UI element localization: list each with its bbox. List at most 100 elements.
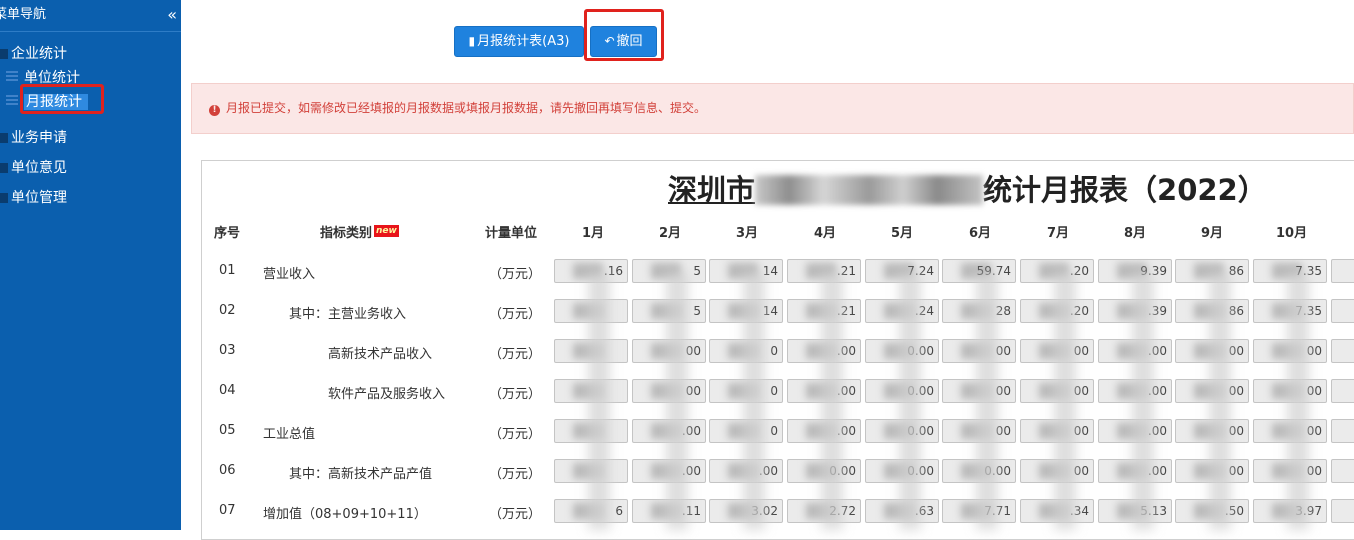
value-input[interactable]: .00 <box>709 459 783 483</box>
redaction-blur <box>1194 343 1224 359</box>
value-input[interactable]: 2.72 <box>787 499 861 523</box>
value-input-partial[interactable] <box>1331 459 1354 483</box>
value-input[interactable]: 00 <box>632 379 706 403</box>
sidebar-group-unit-feedback[interactable]: 单位意见 <box>0 157 67 177</box>
value-input[interactable] <box>554 419 628 443</box>
row-unit: （万元） <box>489 347 542 362</box>
value-input[interactable]: 00 <box>942 379 1016 403</box>
value-input-partial[interactable] <box>1331 419 1354 443</box>
value-input[interactable]: .00 <box>1098 419 1172 443</box>
value-input[interactable]: 00 <box>1020 419 1094 443</box>
value-text: 9.39 <box>1140 264 1167 278</box>
row-unit: （万元） <box>489 307 542 322</box>
value-input[interactable]: .24 <box>865 299 939 323</box>
value-input[interactable]: 0 <box>709 419 783 443</box>
redaction-blur <box>806 343 836 359</box>
value-input[interactable]: 5 <box>632 299 706 323</box>
value-input[interactable]: 3.02 <box>709 499 783 523</box>
value-input[interactable]: 0.00 <box>942 459 1016 483</box>
redaction-blur <box>728 263 758 279</box>
value-input[interactable]: 00 <box>1020 459 1094 483</box>
value-input[interactable]: 5.13 <box>1098 499 1172 523</box>
value-input[interactable]: .00 <box>787 379 861 403</box>
value-input[interactable]: 28 <box>942 299 1016 323</box>
value-input[interactable]: 7.24 <box>865 259 939 283</box>
value-input[interactable]: .20 <box>1020 299 1094 323</box>
value-input[interactable]: .39 <box>1098 299 1172 323</box>
sidebar-group-enterprise-stats[interactable]: 企业统计 <box>0 43 67 63</box>
redaction-blur <box>1194 463 1224 479</box>
value-input[interactable]: 0.00 <box>787 459 861 483</box>
value-input[interactable]: 14 <box>709 259 783 283</box>
redaction-blur <box>1117 463 1147 479</box>
value-input[interactable]: 0 <box>709 379 783 403</box>
value-input[interactable]: 00 <box>1253 419 1327 443</box>
value-input[interactable]: .50 <box>1175 499 1249 523</box>
redacted-company-name <box>755 175 984 205</box>
value-input[interactable]: 9.39 <box>1098 259 1172 283</box>
sidebar-group-business-application[interactable]: 业务申请 <box>0 127 67 147</box>
value-input-partial[interactable] <box>1331 339 1354 363</box>
value-input[interactable]: .20 <box>1020 259 1094 283</box>
value-input[interactable]: 86 <box>1175 259 1249 283</box>
value-input[interactable]: .00 <box>1098 379 1172 403</box>
value-input[interactable]: 0.00 <box>865 339 939 363</box>
value-input[interactable]: 6 <box>554 499 628 523</box>
row-indicator-name: 营业收入 <box>263 267 316 282</box>
value-input[interactable]: .00 <box>787 419 861 443</box>
value-input-partial[interactable] <box>1331 299 1354 323</box>
value-input[interactable]: 00 <box>1175 459 1249 483</box>
value-input[interactable]: .11 <box>632 499 706 523</box>
value-input[interactable]: .00 <box>787 339 861 363</box>
value-input-partial[interactable] <box>1331 499 1354 523</box>
value-input[interactable]: 7.35 <box>1253 259 1327 283</box>
collapse-sidebar-icon[interactable]: « <box>167 0 177 30</box>
value-input[interactable]: .00 <box>1098 339 1172 363</box>
value-input[interactable]: .00 <box>632 459 706 483</box>
value-input[interactable] <box>554 339 628 363</box>
value-input[interactable]: .21 <box>787 299 861 323</box>
value-input[interactable]: 59.74 <box>942 259 1016 283</box>
value-input[interactable] <box>554 459 628 483</box>
value-text: 5.13 <box>1140 504 1167 518</box>
value-input[interactable]: .63 <box>865 499 939 523</box>
value-input[interactable]: 0.00 <box>865 379 939 403</box>
redaction-blur <box>1117 303 1147 319</box>
value-input-partial[interactable] <box>1331 379 1354 403</box>
value-input[interactable]: 7.71 <box>942 499 1016 523</box>
value-input[interactable]: 00 <box>1175 419 1249 443</box>
value-input[interactable]: .00 <box>632 419 706 443</box>
value-input[interactable]: 00 <box>1020 339 1094 363</box>
value-input[interactable]: 00 <box>1175 339 1249 363</box>
value-input-partial[interactable] <box>1331 259 1354 283</box>
value-input[interactable]: 86 <box>1175 299 1249 323</box>
value-input[interactable]: .00 <box>1098 459 1172 483</box>
value-input[interactable]: 00 <box>1253 339 1327 363</box>
value-input[interactable]: 3.97 <box>1253 499 1327 523</box>
value-input[interactable]: .34 <box>1020 499 1094 523</box>
value-input[interactable]: 7.35 <box>1253 299 1327 323</box>
value-text: 7.35 <box>1295 304 1322 318</box>
value-input[interactable]: 00 <box>1175 379 1249 403</box>
value-input[interactable] <box>554 379 628 403</box>
row-number: 05 <box>219 423 236 438</box>
value-input[interactable]: 0.00 <box>865 419 939 443</box>
value-input[interactable]: 00 <box>942 419 1016 443</box>
value-input[interactable]: 00 <box>632 339 706 363</box>
redaction-blur <box>651 423 681 439</box>
value-input[interactable]: 00 <box>942 339 1016 363</box>
value-input[interactable]: 00 <box>1253 459 1327 483</box>
value-input[interactable]: 5 <box>632 259 706 283</box>
value-input[interactable]: 00 <box>1253 379 1327 403</box>
value-input[interactable]: .16 <box>554 259 628 283</box>
value-input[interactable] <box>554 299 628 323</box>
value-input[interactable]: 00 <box>1020 379 1094 403</box>
value-input[interactable]: .21 <box>787 259 861 283</box>
value-input[interactable]: 0 <box>709 339 783 363</box>
value-input[interactable]: 0.00 <box>865 459 939 483</box>
monthly-report-a3-button[interactable]: ▮ 月报统计表(A3) <box>454 26 584 57</box>
header-month: 5月 <box>891 226 914 241</box>
value-input[interactable]: 14 <box>709 299 783 323</box>
sidebar-group-unit-management[interactable]: 单位管理 <box>0 187 67 207</box>
value-text: 0.00 <box>907 424 934 438</box>
